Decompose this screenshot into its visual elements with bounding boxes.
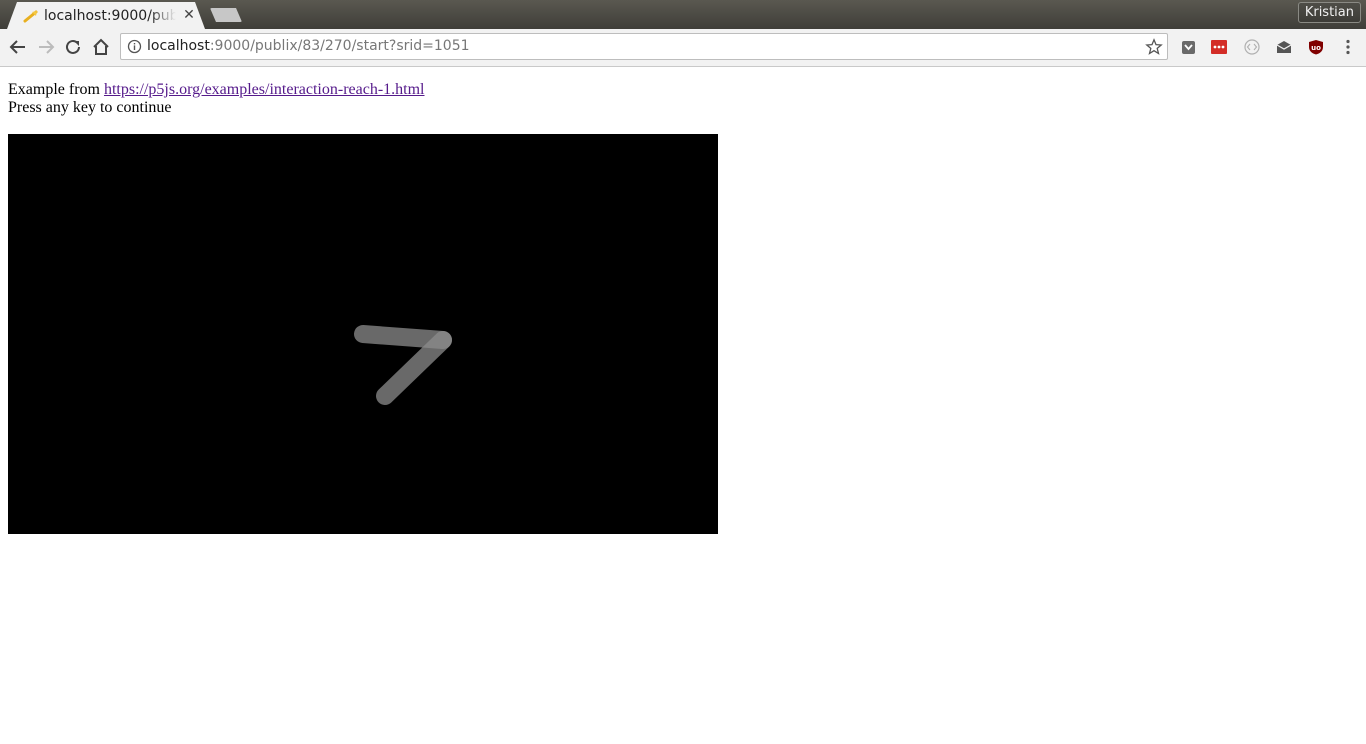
kebab-menu-icon: [1346, 39, 1350, 55]
code-extension[interactable]: [1244, 39, 1260, 55]
intro-line: Example from https://p5js.org/examples/i…: [8, 81, 424, 99]
address-bar[interactable]: localhost:9000/publix/83/270/start?srid=…: [120, 33, 1168, 60]
back-button[interactable]: [8, 37, 28, 57]
url-host: localhost: [147, 38, 210, 54]
url-text[interactable]: localhost:9000/publix/83/270/start?srid=…: [147, 37, 470, 56]
page-text: Example from https://p5js.org/examples/i…: [8, 81, 424, 117]
browser-tab[interactable]: localhost:9000/publix/83/270/start?srid=…: [7, 2, 205, 29]
forward-button[interactable]: [36, 37, 56, 57]
arrow-left-icon: [9, 40, 25, 54]
tab-title: localhost:9000/publix/83/270/start?srid=…: [44, 8, 176, 24]
profile-button[interactable]: Kristian: [1297, 2, 1361, 23]
arm-segment-lower: [376, 331, 452, 405]
pocket-extension[interactable]: [1180, 39, 1196, 55]
page-viewport: Example from https://p5js.org/examples/i…: [0, 67, 1366, 744]
mail-icon: [1276, 41, 1292, 53]
home-button[interactable]: [91, 37, 111, 57]
mail-extension[interactable]: [1276, 39, 1292, 55]
p5-canvas[interactable]: [8, 134, 718, 534]
ublock-icon: uo: [1309, 40, 1323, 55]
intro-prefix: Example from: [8, 81, 104, 98]
url-path: :9000/publix/83/270/start?srid=1051: [209, 38, 470, 54]
svg-text:uo: uo: [1311, 44, 1321, 52]
reload-button[interactable]: [63, 37, 83, 57]
reach-drawing: [354, 325, 452, 405]
reload-icon: [66, 39, 80, 54]
star-icon[interactable]: [1145, 38, 1163, 56]
new-tab-button[interactable]: [210, 8, 242, 22]
browser-toolbar: localhost:9000/publix/83/270/start?srid=…: [0, 29, 1366, 67]
tab-close-button[interactable]: ✕: [182, 7, 196, 23]
lastpass-icon: [1211, 40, 1227, 54]
pocket-icon: [1181, 40, 1195, 54]
tab-strip: localhost:9000/publix/83/270/start?srid=…: [0, 0, 1366, 29]
home-icon: [93, 38, 109, 55]
p5js-example-link[interactable]: https://p5js.org/examples/interaction-re…: [104, 81, 425, 98]
info-icon[interactable]: [127, 39, 142, 54]
favicon-icon: [23, 10, 38, 23]
instruction-text: Press any key to continue: [8, 99, 172, 116]
menu-button[interactable]: [1338, 37, 1358, 57]
code-icon: [1244, 39, 1260, 55]
lastpass-extension[interactable]: [1211, 39, 1227, 55]
ublock-extension[interactable]: uo: [1308, 39, 1324, 55]
arrow-right-icon: [39, 40, 55, 54]
